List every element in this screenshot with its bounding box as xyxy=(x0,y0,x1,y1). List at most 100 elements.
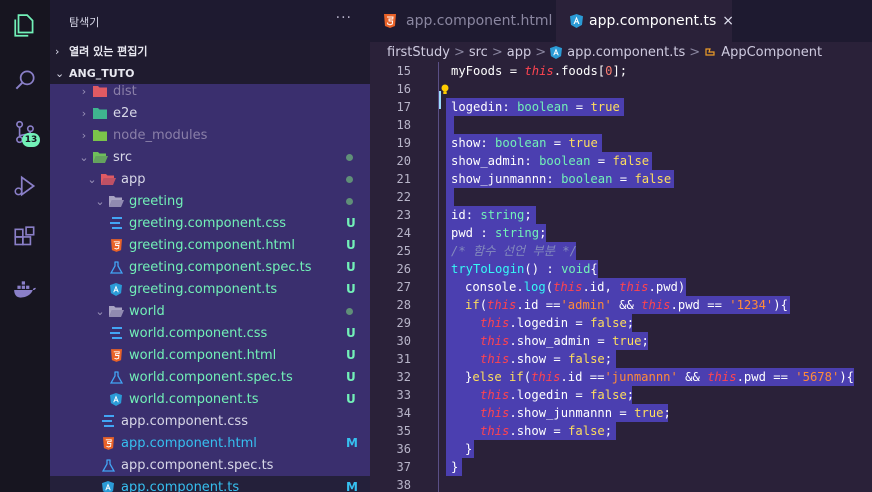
code-line: 32}else if(this.id =='junmannn' && this.… xyxy=(370,368,872,386)
tree-folder-row[interactable]: › node_modules xyxy=(50,124,370,146)
tree-item-label: greeting.component.spec.ts xyxy=(129,259,312,275)
code-line: 23 id: string; xyxy=(370,206,872,224)
run-debug-icon[interactable] xyxy=(11,172,39,200)
chevron-right-icon: › xyxy=(55,44,60,58)
code-line: 20 show_admin: boolean = false xyxy=(370,152,872,170)
tree-file-row[interactable]: world.component.html U xyxy=(50,344,370,366)
explorer-icon[interactable] xyxy=(11,12,39,40)
docker-icon[interactable] xyxy=(11,276,39,304)
code-text: show: boolean = true xyxy=(451,136,598,150)
git-status-badge: M xyxy=(346,436,358,450)
open-editors-section[interactable]: › 열려 있는 편집기 xyxy=(50,40,370,62)
tree-item-label: node_modules xyxy=(113,127,208,143)
git-status-badge: U xyxy=(346,348,356,362)
code-line: 22 xyxy=(370,188,872,206)
code-line: 29 this.logedin = false; xyxy=(370,314,872,332)
tree-item-label: app.component.spec.ts xyxy=(121,457,274,473)
css-file-icon xyxy=(107,325,125,341)
tree-folder-row[interactable]: ⌄ app xyxy=(50,168,370,190)
tree-file-row[interactable]: app.component.spec.ts xyxy=(50,454,370,476)
line-number: 21 xyxy=(396,172,411,186)
code-line: 28 if(this.id =='admin' && this.pwd == '1… xyxy=(370,296,872,314)
code-text: console.log(this.id, this.pwd) xyxy=(465,280,686,294)
code-line: 15 myFoods = this.foods[0]; xyxy=(370,62,872,80)
line-number: 31 xyxy=(396,352,411,366)
chevron-right-icon: › xyxy=(81,84,87,98)
angular-file-icon xyxy=(107,391,125,407)
tree-file-row[interactable]: greeting.component.spec.ts U xyxy=(50,256,370,278)
git-status-badge: U xyxy=(346,392,356,406)
code-text: } xyxy=(465,442,473,456)
tab-label: app.component.html xyxy=(406,13,553,29)
angular-file-icon xyxy=(550,45,563,59)
angular-file-icon xyxy=(570,14,583,28)
tree-folder-row[interactable]: ⌄ greeting xyxy=(50,190,370,212)
breadcrumb: firstStudy > src > app > app.component.t… xyxy=(370,42,872,62)
folder-open-icon xyxy=(107,193,125,209)
tree-file-row[interactable]: greeting.component.html U xyxy=(50,234,370,256)
line-number: 24 xyxy=(396,226,411,240)
close-icon[interactable]: × xyxy=(722,13,734,29)
chevron-down-icon: ⌄ xyxy=(95,194,105,208)
css-file-icon xyxy=(99,413,117,429)
tab-app-component-html[interactable]: app.component.html xyxy=(370,0,556,42)
tree-folder-row[interactable]: ⌄ world xyxy=(50,300,370,322)
tree-item-label: dist xyxy=(113,83,137,99)
git-status-badge: U xyxy=(346,216,356,230)
tree-file-row[interactable]: world.component.spec.ts U xyxy=(50,366,370,388)
line-number: 28 xyxy=(396,298,411,312)
tree-item-label: app.component.css xyxy=(121,413,248,429)
explorer-title: 탐색기 xyxy=(69,16,100,29)
line-number: 34 xyxy=(396,406,411,420)
breadcrumb-separator: > xyxy=(491,44,503,60)
tree-file-row[interactable]: world.component.ts U xyxy=(50,388,370,410)
explorer-header: 탐색기 ··· xyxy=(50,0,370,42)
line-number: 16 xyxy=(396,82,411,96)
tree-item-label: e2e xyxy=(113,105,138,121)
code-text: tryToLogin() : void{ xyxy=(451,262,598,276)
tab-app-component-ts[interactable]: app.component.ts × xyxy=(556,0,734,42)
code-line: 37} xyxy=(370,458,872,476)
tree-folder-row[interactable]: › e2e xyxy=(50,102,370,124)
code-line: 24 pwd : string; xyxy=(370,224,872,242)
tree-item-label: world.component.css xyxy=(129,325,268,341)
html-file-icon xyxy=(107,347,125,363)
modified-dot xyxy=(346,307,353,315)
tree-item-label: greeting xyxy=(129,193,184,209)
tree-file-row[interactable]: world.component.css U xyxy=(50,322,370,344)
project-label: ANG_TUTO xyxy=(69,66,135,80)
tab-label: app.component.ts xyxy=(589,13,717,29)
tree-file-row[interactable]: greeting.component.ts U xyxy=(50,278,370,300)
breadcrumb-item[interactable]: app.component.ts xyxy=(567,45,685,60)
breadcrumb-item[interactable]: app xyxy=(507,45,531,60)
chevron-right-icon: › xyxy=(81,106,87,120)
scm-badge: 13 xyxy=(22,133,40,147)
breadcrumb-item[interactable]: firstStudy xyxy=(387,45,450,60)
extensions-icon[interactable] xyxy=(11,224,39,252)
tree-folder-row[interactable]: ⌄ src xyxy=(50,146,370,168)
tree-file-row[interactable]: app.component.html M xyxy=(50,432,370,454)
angular-file-icon xyxy=(99,479,117,492)
test-file-icon xyxy=(99,457,117,473)
code-editor[interactable]: 15 myFoods = this.foods[0]; 16 17 logedin:… xyxy=(370,62,872,492)
more-actions-icon[interactable]: ··· xyxy=(336,10,352,26)
search-icon[interactable] xyxy=(11,66,39,94)
tree-item-label: app xyxy=(121,171,146,187)
code-line: 35 this.show = false; xyxy=(370,422,872,440)
git-status-badge: U xyxy=(346,370,356,384)
code-text: this.show_admin = true; xyxy=(480,334,649,348)
code-line: 36} xyxy=(370,440,872,458)
breadcrumb-item[interactable]: src xyxy=(469,45,488,60)
line-number: 36 xyxy=(396,442,411,456)
line-number: 20 xyxy=(396,154,411,168)
tree-file-row[interactable]: app.component.css xyxy=(50,410,370,432)
git-status-badge: U xyxy=(346,238,356,252)
html-file-icon xyxy=(107,237,125,253)
code-text: show_admin: boolean = false xyxy=(451,154,650,168)
tree-file-row[interactable]: app.component.ts M xyxy=(50,476,370,492)
tree-folder-row[interactable]: › dist xyxy=(50,80,370,102)
code-text: this.show = false; xyxy=(480,352,613,366)
class-icon xyxy=(704,46,716,58)
tree-file-row[interactable]: greeting.component.css U xyxy=(50,212,370,234)
breadcrumb-item[interactable]: AppComponent xyxy=(721,45,822,60)
